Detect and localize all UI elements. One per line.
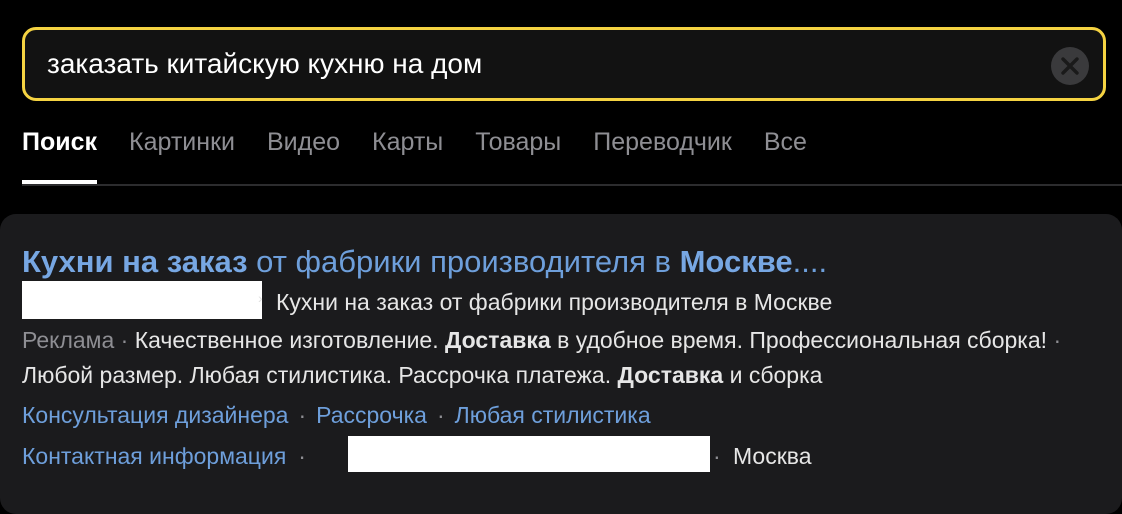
redacted-contact xyxy=(348,436,710,472)
separator: · xyxy=(114,327,135,353)
desc-bold-2: Доставка xyxy=(617,362,724,388)
city-label: Москва xyxy=(733,443,812,469)
tab-maps[interactable]: Карты xyxy=(372,120,443,184)
desc-part-3: Любой размер. Любая стилистика. Рассрочк… xyxy=(22,362,618,388)
tab-products[interactable]: Товары xyxy=(475,120,561,184)
desc-part-2: в удобное время. Профессиональная сборка… xyxy=(550,327,1048,353)
desc-part-1: Качественное изготовление. xyxy=(134,327,445,353)
clear-search-button[interactable] xyxy=(1051,47,1089,85)
contacts-row: Контактная информация · xyxy=(22,437,306,475)
sitelink-consultation[interactable]: Консультация дизайнера xyxy=(22,402,288,428)
ad-title-bold-2: Москве xyxy=(679,244,793,279)
ad-description: Реклама · Качественное изготовление. Дос… xyxy=(22,323,1102,393)
desc-part-4: и сборка xyxy=(723,362,823,388)
tab-images[interactable]: Картинки xyxy=(129,120,235,184)
search-input[interactable] xyxy=(47,30,1027,98)
sitelinks: Консультация дизайнера · Рассрочка · Любая с… xyxy=(22,397,651,433)
sitelink-any-style[interactable]: Любая стилистика xyxy=(455,402,651,428)
tabs-divider xyxy=(22,184,1122,186)
ad-title-ellipsis: .... xyxy=(792,244,828,279)
tab-video[interactable]: Видео xyxy=(267,120,340,184)
sitelink-installment[interactable]: Рассрочка xyxy=(316,402,427,428)
ad-title-middle: от фабрики производителя в xyxy=(247,244,680,279)
redacted-domain xyxy=(22,281,262,319)
ad-title-link[interactable]: Кухни на заказ от фабрики производителя … xyxy=(22,240,827,284)
tab-all[interactable]: Все xyxy=(764,120,807,184)
sitelink-separator: · xyxy=(436,402,445,428)
search-tabs: Поиск Картинки Видео Карты Товары Перево… xyxy=(22,120,839,184)
desc-bold-1: Доставка xyxy=(445,327,551,353)
contacts-separator: · xyxy=(298,443,306,469)
sitelink-separator: · xyxy=(298,402,307,428)
close-icon xyxy=(1061,57,1079,75)
breadcrumb-arrow-icon: › xyxy=(258,290,263,306)
tab-search[interactable]: Поиск xyxy=(22,120,98,184)
ad-label: Реклама xyxy=(22,327,115,353)
contact-info-link[interactable]: Контактная информация xyxy=(22,443,286,469)
tab-translator[interactable]: Переводчик xyxy=(593,120,732,184)
separator: · xyxy=(1047,327,1062,353)
ad-title-bold-1: Кухни на заказ xyxy=(22,244,248,279)
search-box[interactable] xyxy=(22,27,1106,101)
contacts-separator: · xyxy=(713,443,721,469)
ad-url-path[interactable]: Кухни на заказ от фабрики производителя … xyxy=(276,285,832,319)
